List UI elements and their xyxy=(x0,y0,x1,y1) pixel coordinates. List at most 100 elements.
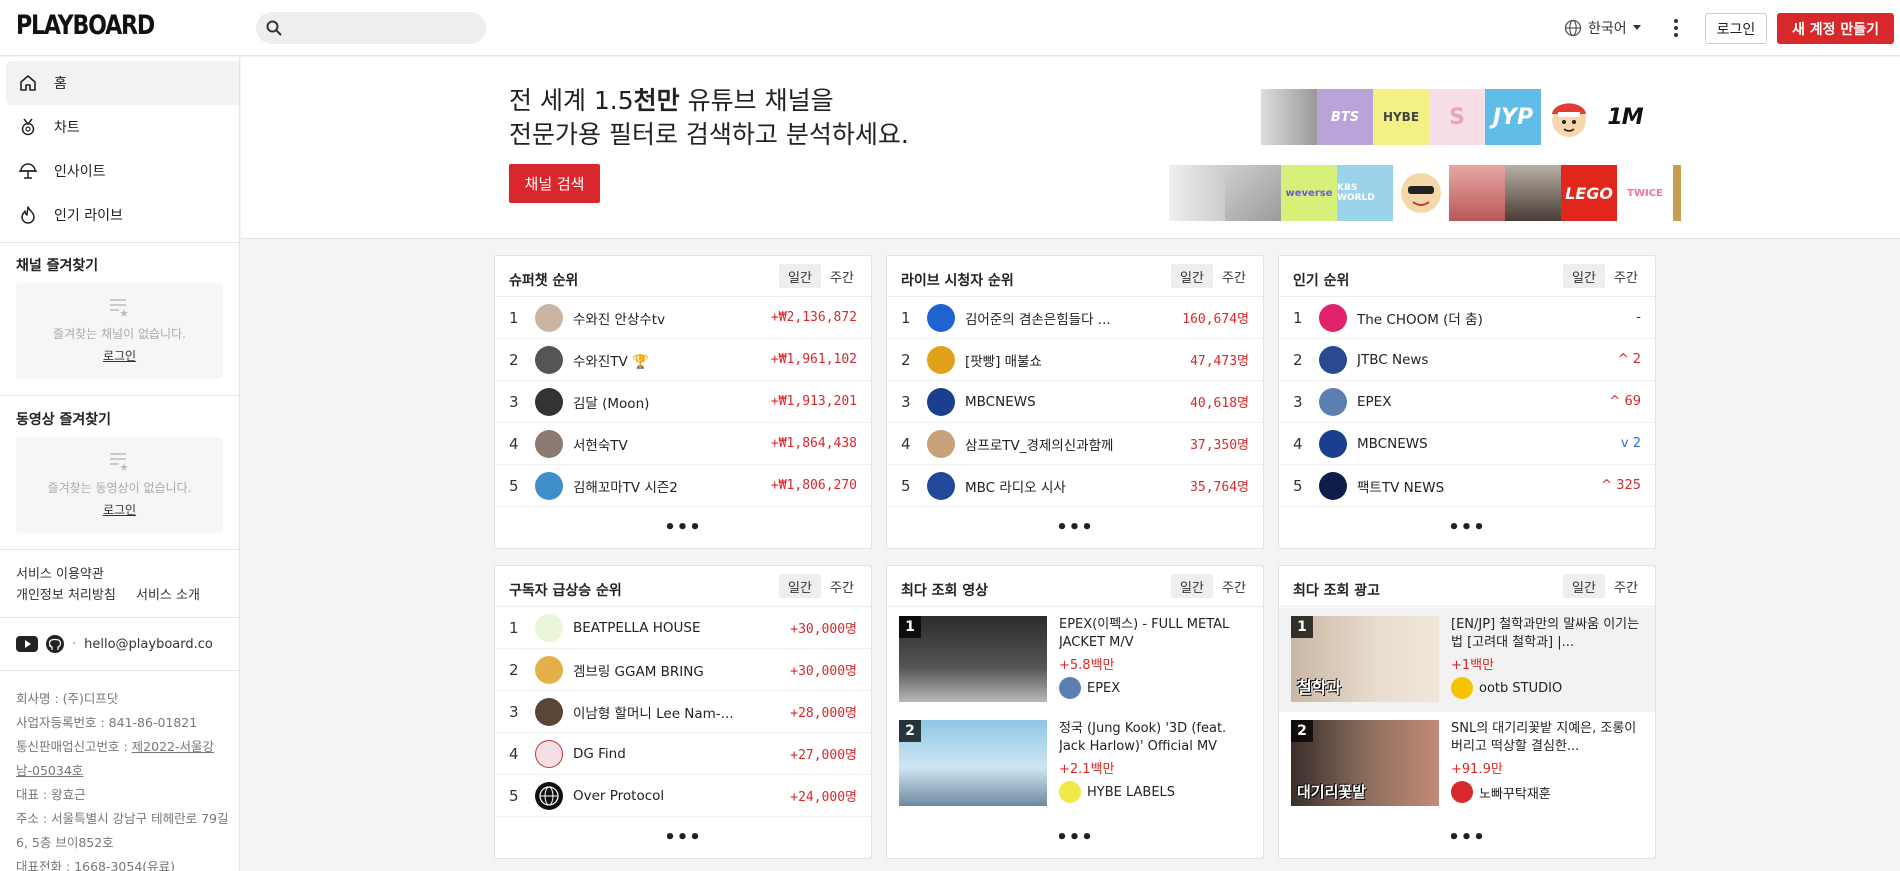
more-button[interactable]: ••• xyxy=(887,518,1263,538)
tab-daily[interactable]: 일간 xyxy=(779,574,821,598)
github-icon[interactable] xyxy=(46,635,64,653)
table-row[interactable]: 4 서현숙TV +₩1,864,438 xyxy=(495,423,871,465)
video-favorites-empty-text: 즐겨찾는 동영상이 없습니다. xyxy=(47,481,192,495)
table-row[interactable]: 1 The CHOOM (더 춤) - xyxy=(1279,297,1655,339)
tab-weekly[interactable]: 주간 xyxy=(1213,264,1255,288)
youtube-icon[interactable] xyxy=(16,636,38,652)
more-button[interactable]: ••• xyxy=(1279,828,1655,848)
login-button[interactable]: 로그인 xyxy=(1705,13,1767,44)
playboard-logo[interactable]: PLAYBOARD xyxy=(16,10,155,41)
tab-weekly[interactable]: 주간 xyxy=(1213,574,1255,598)
tab-weekly[interactable]: 주간 xyxy=(821,574,863,598)
video-title[interactable]: 정국 (Jung Kook) '3D (feat. Jack Harlow)' … xyxy=(1059,720,1251,756)
tab-weekly[interactable]: 주간 xyxy=(1605,574,1647,598)
channel-favorites-login-link[interactable]: 로그인 xyxy=(16,347,223,364)
arrow-up-icon: ^ xyxy=(1617,352,1633,367)
video-title[interactable]: [EN/JP] 철학과만의 말싸움 이기는 법 [고려대 철학과] |... xyxy=(1451,616,1643,652)
avatar xyxy=(927,429,955,458)
sidebar-item-home[interactable]: 홈 xyxy=(6,61,239,105)
table-row[interactable]: 4 삼프로TV_경제의신과함께 37,350명 xyxy=(887,423,1263,465)
channel-name: EPEX xyxy=(1357,393,1392,410)
table-row[interactable]: 3 김달 (Moon) +₩1,913,201 xyxy=(495,381,871,423)
table-row[interactable]: 1 BEATPELLA HOUSE +30,000명 xyxy=(495,607,871,649)
tab-weekly[interactable]: 주간 xyxy=(821,264,863,288)
channel-name: 수와진TV 🏆 xyxy=(573,353,649,370)
sidebar-item-insight[interactable]: 인사이트 xyxy=(6,149,239,193)
tab-daily[interactable]: 일간 xyxy=(1563,264,1605,288)
rank-change: - xyxy=(1636,310,1641,325)
rank-number: 3 xyxy=(901,392,911,411)
video-channel[interactable]: 노빠꾸탁재훈 xyxy=(1451,781,1643,803)
video-item[interactable]: 2 정국 (Jung Kook) '3D (feat. Jack Harlow)… xyxy=(887,712,1263,816)
about-link[interactable]: 서비스 소개 xyxy=(136,584,200,603)
superchat-amount: +₩1,913,201 xyxy=(770,394,857,409)
video-item[interactable]: 1 EPEX(이펙스) - FULL METAL JACKET M/V +5.8… xyxy=(887,608,1263,712)
tab-daily[interactable]: 일간 xyxy=(1171,264,1213,288)
table-row[interactable]: 3 EPEX ^ 69 xyxy=(1279,381,1655,423)
search-input[interactable] xyxy=(290,16,476,40)
avatar xyxy=(535,739,563,768)
channel-name: MBCNEWS xyxy=(1357,435,1428,452)
table-row[interactable]: 4 DG Find +27,000명 xyxy=(495,733,871,775)
table-row[interactable]: 5 MBC 라디오 시사 35,764명 xyxy=(887,465,1263,507)
video-favorites-login-link[interactable]: 로그인 xyxy=(16,501,223,518)
video-title[interactable]: SNL의 대기리꽃밭 지예은, 조롱이 버리고 떡상할 결심한... xyxy=(1451,720,1643,756)
more-button[interactable]: ••• xyxy=(1279,518,1655,538)
arrow-down-icon: v xyxy=(1620,436,1633,451)
more-button[interactable]: ••• xyxy=(495,828,871,848)
table-row[interactable]: 4 MBCNEWS v 2 xyxy=(1279,423,1655,465)
video-channel[interactable]: HYBE LABELS xyxy=(1059,781,1251,803)
video-channel[interactable]: EPEX xyxy=(1059,677,1251,699)
table-row[interactable]: 5 Over Protocol +24,000명 xyxy=(495,775,871,817)
table-row[interactable]: 2 [팟빵] 매불쇼 47,473명 xyxy=(887,339,1263,381)
viewer-count: 35,764명 xyxy=(1190,480,1249,495)
channel-favorites-empty: 즐겨찾는 채널이 없습니다. 로그인 xyxy=(16,283,223,379)
channel-name: 노빠꾸탁재훈 xyxy=(1479,786,1551,802)
divider xyxy=(0,617,239,618)
avatar xyxy=(535,303,563,332)
video-title[interactable]: EPEX(이펙스) - FULL METAL JACKET M/V xyxy=(1059,616,1251,652)
search-bar[interactable] xyxy=(256,12,486,44)
language-selector[interactable]: 한국어 xyxy=(1564,16,1641,40)
video-thumbnail[interactable]: 1 xyxy=(899,616,1047,702)
tab-weekly[interactable]: 주간 xyxy=(1605,264,1647,288)
video-thumbnail[interactable]: 1 철학과 xyxy=(1291,616,1439,702)
video-thumbnail[interactable]: 2 xyxy=(899,720,1047,806)
video-item[interactable]: 1 철학과 [EN/JP] 철학과만의 말싸움 이기는 법 [고려대 철학과] … xyxy=(1279,608,1655,712)
video-item[interactable]: 2 대기리꽃밭 SNL의 대기리꽃밭 지예은, 조롱이 버리고 떡상할 결심한.… xyxy=(1279,712,1655,816)
table-row[interactable]: 5 팩트TV NEWS ^ 325 xyxy=(1279,465,1655,507)
sidebar-item-live[interactable]: 인기 라이브 xyxy=(6,193,239,237)
table-row[interactable]: 1 김어준의 겸손은힘들다 ... 160,674명 xyxy=(887,297,1263,339)
table-row[interactable]: 3 MBCNEWS 40,618명 xyxy=(887,381,1263,423)
table-row[interactable]: 2 겜브링 GGAM BRING +30,000명 xyxy=(495,649,871,691)
tab-daily[interactable]: 일간 xyxy=(1171,574,1213,598)
tab-daily[interactable]: 일간 xyxy=(779,264,821,288)
more-menu-icon[interactable] xyxy=(1668,16,1684,40)
period-toggle: 일간 주간 xyxy=(1171,264,1255,288)
viewer-count: 37,350명 xyxy=(1190,438,1249,453)
sidebar-item-chart[interactable]: 차트 xyxy=(6,105,239,149)
home-icon xyxy=(20,75,36,91)
contact-email[interactable]: hello@playboard.co xyxy=(84,637,213,652)
channel-name: 이남형 할머니 Lee Nam-... xyxy=(573,705,734,722)
more-button[interactable]: ••• xyxy=(887,828,1263,848)
table-row[interactable]: 1 수와진 안상수tv +₩2,136,872 xyxy=(495,297,871,339)
table-row[interactable]: 3 이남형 할머니 Lee Nam-... +28,000명 xyxy=(495,691,871,733)
video-channel[interactable]: ootb STUDIO xyxy=(1451,677,1643,699)
table-row[interactable]: 2 JTBC News ^ 2 xyxy=(1279,339,1655,381)
signup-button[interactable]: 새 계정 만들기 xyxy=(1777,13,1894,44)
divider xyxy=(0,395,239,396)
avatar xyxy=(927,345,955,374)
table-row[interactable]: 5 김해꼬마TV 시즌2 +₩1,806,270 xyxy=(495,465,871,507)
rank-number: 2 xyxy=(509,350,519,369)
channel-search-button[interactable]: 채널 검색 xyxy=(509,164,600,203)
terms-link[interactable]: 서비스 이용약관 xyxy=(16,563,104,582)
privacy-link[interactable]: 개인정보 처리방침 xyxy=(16,584,116,603)
video-thumbnail[interactable]: 2 대기리꽃밭 xyxy=(1291,720,1439,806)
avatar xyxy=(1059,677,1081,699)
tab-daily[interactable]: 일간 xyxy=(1563,574,1605,598)
more-button[interactable]: ••• xyxy=(495,518,871,538)
table-row[interactable]: 2 수와진TV 🏆 +₩1,961,102 xyxy=(495,339,871,381)
video-info: 정국 (Jung Kook) '3D (feat. Jack Harlow)' … xyxy=(1059,720,1251,808)
channel-name: 수와진 안상수tv xyxy=(573,311,666,328)
